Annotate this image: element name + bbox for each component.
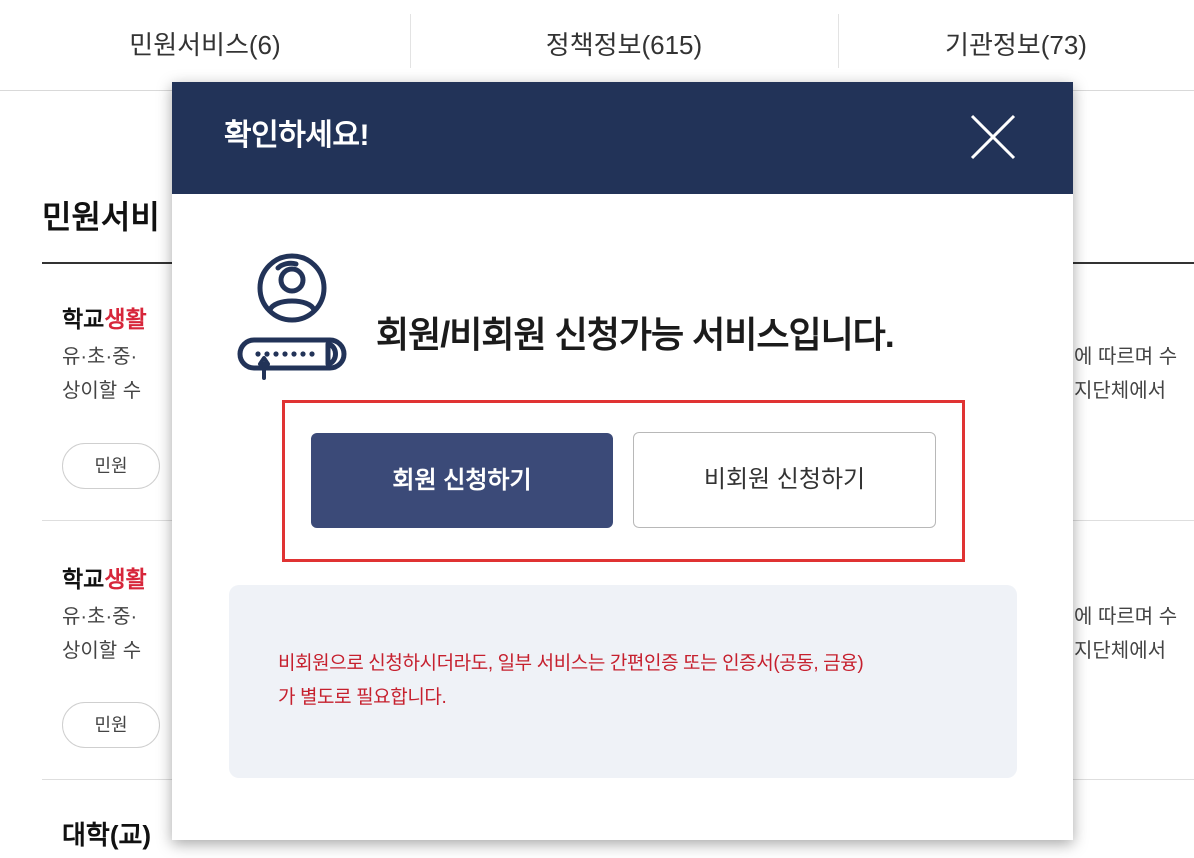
result-category-tabs: 민원서비스(6) 정책정보(615) 기관정보(73) bbox=[0, 0, 1194, 91]
result-description: 지단체에서 bbox=[1074, 640, 1166, 662]
result-title[interactable]: 학교생활 bbox=[62, 560, 147, 594]
notice-text: 비회원으로 신청하시더라도, 일부 서비스는 간편인증 또는 인증서(공동, 금… bbox=[278, 647, 998, 715]
result-title-prefix: 학교 bbox=[62, 306, 105, 332]
result-title-highlight: 생활 bbox=[104, 566, 147, 592]
service-availability-message: 회원/비회원 신청가능 서비스입니다. bbox=[376, 314, 895, 355]
guest-apply-button[interactable]: 비회원 신청하기 bbox=[633, 432, 936, 528]
tab-civil-service[interactable]: 민원서비스(6) bbox=[0, 0, 410, 90]
modal-title: 확인하세요! bbox=[224, 119, 370, 152]
tab-policy-info[interactable]: 정책정보(615) bbox=[410, 0, 838, 90]
tab-agency-info[interactable]: 기관정보(73) bbox=[838, 0, 1194, 90]
result-title[interactable]: 학교생활 bbox=[62, 300, 147, 334]
result-description: 유·초·중· bbox=[62, 606, 138, 628]
result-title[interactable]: 대학(교) bbox=[62, 815, 151, 852]
category-tag: 민원 bbox=[62, 443, 160, 489]
result-description: 유·초·중· bbox=[62, 346, 138, 368]
result-description: 지단체에서 bbox=[1074, 380, 1166, 402]
notice-line-2: 가 별도로 필요합니다. bbox=[278, 687, 447, 708]
member-login-icon bbox=[234, 252, 352, 382]
result-title-highlight: 생활 bbox=[104, 306, 147, 332]
close-icon[interactable] bbox=[966, 110, 1020, 164]
result-description: 상이할 수 bbox=[62, 380, 142, 402]
section-title: 민원서비 bbox=[42, 199, 160, 235]
result-description: 에 따르며 수 bbox=[1074, 606, 1178, 628]
modal-header: 확인하세요! bbox=[172, 82, 1073, 194]
notice-box: 비회원으로 신청하시더라도, 일부 서비스는 간편인증 또는 인증서(공동, 금… bbox=[229, 585, 1017, 778]
category-tag: 민원 bbox=[62, 702, 160, 748]
result-title-prefix: 학교 bbox=[62, 566, 105, 592]
result-description: 상이할 수 bbox=[62, 640, 142, 662]
notice-line-1: 비회원으로 신청하시더라도, 일부 서비스는 간편인증 또는 인증서(공동, 금… bbox=[278, 653, 864, 674]
confirm-modal: 확인하세요! 회원/비회원 신청가능 서비스입니다. 회원 신청하기 비회원 신… bbox=[172, 82, 1073, 840]
result-description: 에 따르며 수 bbox=[1074, 346, 1178, 368]
member-apply-button[interactable]: 회원 신청하기 bbox=[311, 433, 613, 528]
